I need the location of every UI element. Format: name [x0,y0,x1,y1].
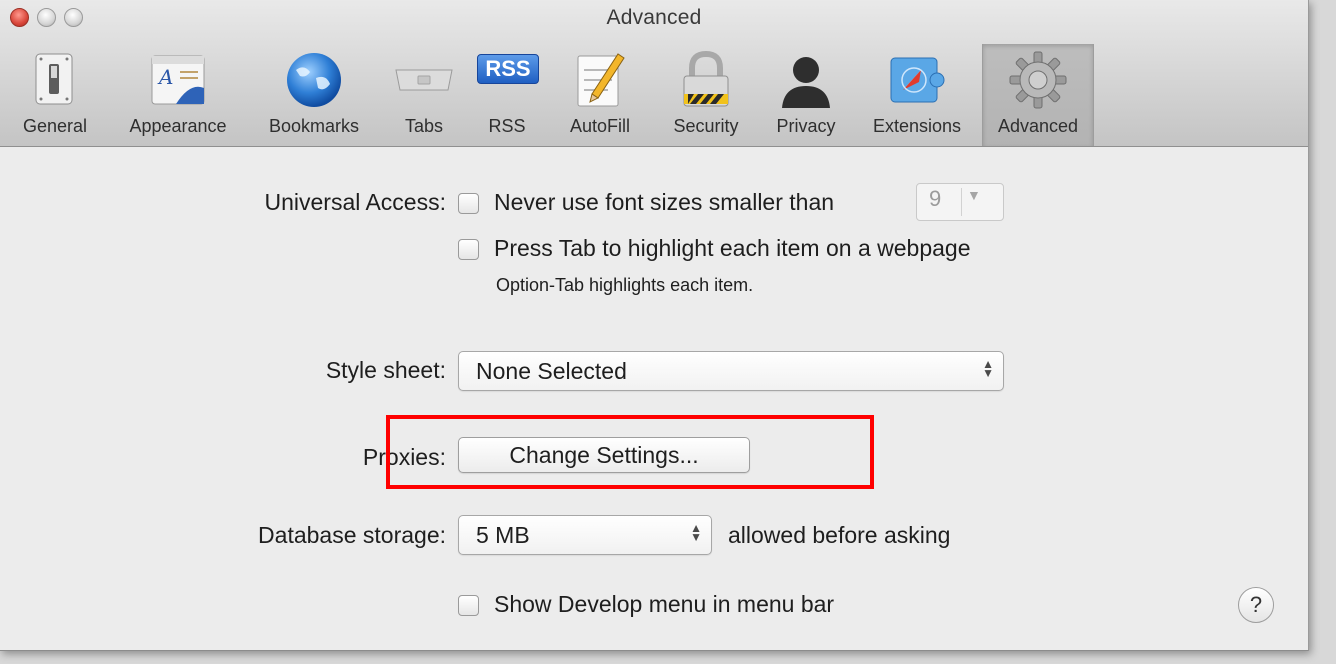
style-sheet-popup[interactable]: None Selected ▲ ▼ [458,351,1004,391]
tab-bookmarks[interactable]: Bookmarks [246,44,382,146]
tab-appearance-label: Appearance [129,116,227,136]
develop-menu-checkbox-label: Show Develop menu in menu bar [494,591,835,617]
tab-tabs[interactable]: Tabs [382,44,466,146]
highlight-box [386,415,874,489]
padlock-icon [683,50,729,107]
tab-highlight-hint: Option-Tab highlights each item. [496,275,754,295]
updown-arrows-icon: ▲ ▼ [982,357,994,380]
tab-general-label: General [22,116,88,136]
gear-icon [1009,51,1067,109]
switch-icon [35,53,73,105]
font-panel-icon: A [151,55,205,105]
window-title: Advanced [606,6,702,29]
advanced-pane: Universal Access: Never use font sizes s… [0,147,1308,650]
tab-security-label: Security [673,116,739,136]
updown-arrows-icon: ▲ ▼ [690,521,702,544]
develop-menu-checkbox[interactable] [458,595,479,616]
min-font-size-checkbox[interactable] [458,193,479,214]
tab-advanced-label: Advanced [997,116,1079,136]
style-sheet-label: Style sheet: [325,357,446,383]
help-button[interactable]: ? [1238,587,1274,623]
database-storage-value: 5 MB [476,522,530,548]
database-storage-label: Database storage: [258,522,446,548]
preferences-window: Advanced General A Appearance Bookmarks … [0,0,1309,651]
silhouette-icon [782,57,830,108]
tabs-icon [395,69,453,91]
tab-privacy-label: Privacy [776,116,836,136]
tab-appearance[interactable]: A Appearance [110,44,246,146]
min-font-size-checkbox-label: Never use font sizes smaller than [494,189,835,215]
tab-security[interactable]: Security [652,44,760,146]
tab-general[interactable]: General [0,44,110,146]
compass-puzzle-icon [890,57,945,103]
tab-autofill-label: AutoFill [569,116,631,136]
tab-bookmarks-label: Bookmarks [268,116,360,136]
toolbar: Advanced General A Appearance Bookmarks … [0,0,1308,147]
tab-rss[interactable]: RSS RSS [466,44,548,146]
tab-highlight-checkbox-label: Press Tab to highlight each item on a we… [494,235,971,261]
tab-rss-label: RSS [488,116,526,136]
rss-icon: RSS [475,48,539,112]
rss-badge: RSS [477,54,539,84]
globe-icon [287,53,341,107]
universal-access-label: Universal Access: [264,189,446,215]
tab-autofill[interactable]: AutoFill [548,44,652,146]
tab-extensions-label: Extensions [872,116,962,136]
database-storage-suffix: allowed before asking [728,522,951,548]
database-storage-popup[interactable]: 5 MB ▲ ▼ [458,515,712,555]
min-font-size-value: 9 [929,186,942,211]
tab-tabs-label: Tabs [404,116,444,136]
pencil-form-icon [577,53,625,107]
style-sheet-value: None Selected [476,358,627,384]
tab-highlight-checkbox[interactable] [458,239,479,260]
min-font-size-select[interactable]: 9 ▼ [916,183,1004,221]
svg-text:A: A [157,65,173,89]
tab-privacy[interactable]: Privacy [760,44,852,146]
chevron-down-icon: ▼ [967,187,981,203]
tab-advanced[interactable]: Advanced [982,44,1094,146]
tab-extensions[interactable]: Extensions [852,44,982,146]
